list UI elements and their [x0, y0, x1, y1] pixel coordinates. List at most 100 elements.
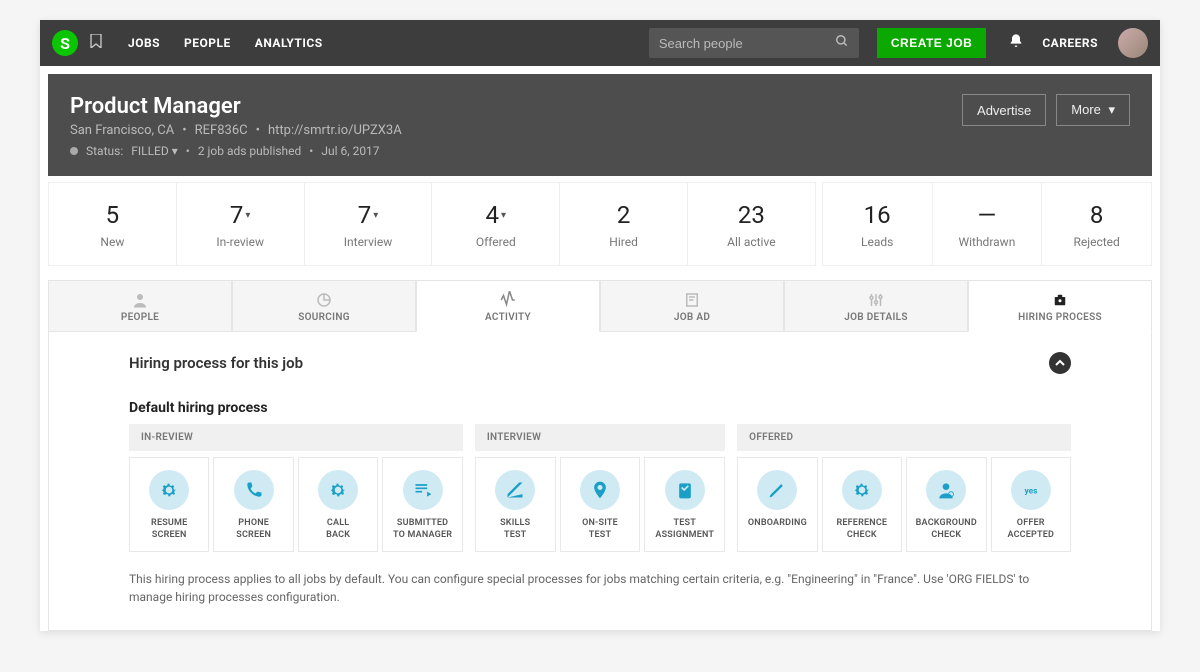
stage-header: OFFERED	[737, 424, 1071, 451]
job-ads-count: 2 job ads published	[198, 144, 301, 158]
stage-header: INTERVIEW	[475, 424, 725, 451]
search-box[interactable]	[649, 28, 859, 58]
process-card[interactable]: TESTASSIGNMENT	[644, 457, 725, 552]
stat-item[interactable]: 8 Rejected	[1041, 183, 1151, 265]
job-header: Product Manager San Francisco, CA • REF8…	[48, 74, 1152, 176]
chevron-down-icon: ▾	[373, 210, 378, 221]
status-value[interactable]: FILLED ▾	[131, 144, 178, 158]
process-card[interactable]: REFERENCECHECK	[822, 457, 902, 552]
process-card[interactable]: ON-SITETEST	[560, 457, 641, 552]
card-label: CALLBACK	[303, 518, 373, 541]
tab-hiring-process[interactable]: HIRING PROCESS	[968, 280, 1152, 332]
stat-label: All active	[692, 235, 811, 249]
svg-text:yes: yes	[1024, 486, 1037, 496]
person-icon	[926, 470, 966, 510]
bookmark-icon[interactable]	[90, 34, 102, 52]
stat-label: Rejected	[1046, 235, 1147, 249]
advertise-button[interactable]: Advertise	[962, 94, 1046, 126]
tab-people[interactable]: PEOPLE	[48, 280, 232, 332]
submit-icon	[403, 470, 443, 510]
stat-label: Hired	[564, 235, 683, 249]
card-label: RESUMESCREEN	[134, 518, 204, 541]
stat-label: Leads	[827, 235, 928, 249]
process-card[interactable]: SUBMITTEDTO MANAGER	[382, 457, 462, 552]
stat-value[interactable]: 16	[827, 201, 928, 229]
person-icon	[53, 291, 227, 309]
gear-icon	[149, 470, 189, 510]
stat-label: Withdrawn	[937, 235, 1038, 249]
stat-item[interactable]: — Withdrawn	[932, 183, 1042, 265]
stat-value[interactable]: 7▾	[181, 201, 300, 229]
stat-label: Interview	[309, 235, 428, 249]
collapse-button[interactable]	[1049, 352, 1071, 374]
stats-row: 5 New 7▾In-review7▾ Interview 4▾ Offered 2 Hire…	[48, 182, 1152, 266]
gear-icon	[318, 470, 358, 510]
stage-offered: OFFERED ONBOARDING REFERENCECHECK BACKGROU…	[737, 424, 1071, 552]
stat-value[interactable]: 23	[692, 201, 811, 229]
stat-value[interactable]: —	[937, 201, 1038, 229]
subheading: Default hiring process	[129, 400, 1071, 416]
process-card[interactable]: ONBOARDING	[737, 457, 817, 552]
stat-value[interactable]: 8	[1046, 201, 1147, 229]
search-input[interactable]	[659, 36, 835, 51]
section-title: Hiring process for this job	[129, 354, 303, 372]
yes-icon: yes	[1011, 470, 1051, 510]
process-card[interactable]: SKILLSTEST	[475, 457, 556, 552]
stat-value[interactable]: 7▾	[309, 201, 428, 229]
stage-header: IN-REVIEW	[129, 424, 463, 451]
stat-item[interactable]: 16 Leads	[823, 183, 932, 265]
activity-icon	[421, 291, 595, 309]
stage-in-review: IN-REVIEW RESUMESCREEN PHONESCREEN CALLBAC…	[129, 424, 463, 552]
top-nav: S JOBS PEOPLE ANALYTICS CREATE JOB CAREE…	[40, 20, 1160, 66]
tab-bar: PEOPLE SOURCING ACTIVITY JOB AD JOB DETA…	[48, 280, 1152, 332]
badge-icon	[973, 291, 1147, 309]
careers-link[interactable]: CAREERS	[1042, 36, 1098, 50]
gear-icon	[842, 470, 882, 510]
card-label: BACKGROUNDCHECK	[911, 518, 981, 541]
chevron-down-icon: ▾	[501, 210, 506, 221]
avatar[interactable]	[1118, 28, 1148, 58]
card-label: SKILLSTEST	[480, 518, 551, 541]
stat-item[interactable]: 5 New	[49, 183, 176, 265]
card-label: REFERENCECHECK	[827, 518, 897, 541]
sliders-icon	[789, 291, 963, 309]
process-card[interactable]: PHONESCREEN	[213, 457, 293, 552]
process-card[interactable]: RESUMESCREEN	[129, 457, 209, 552]
document-icon	[605, 291, 779, 309]
tab-activity[interactable]: ACTIVITY	[416, 280, 600, 332]
stat-value[interactable]: 5	[53, 201, 172, 229]
stat-value[interactable]: 2	[564, 201, 683, 229]
process-card[interactable]: BACKGROUNDCHECK	[906, 457, 986, 552]
nav-jobs[interactable]: JOBS	[128, 36, 160, 50]
create-job-button[interactable]: CREATE JOB	[877, 28, 986, 58]
process-card[interactable]: CALLBACK	[298, 457, 378, 552]
stat-item[interactable]: 2 Hired	[559, 183, 687, 265]
status-label: Status:	[86, 144, 123, 158]
card-label: SUBMITTEDTO MANAGER	[387, 518, 457, 541]
notification-bell-icon[interactable]	[1008, 33, 1024, 53]
stat-value[interactable]: 4▾	[436, 201, 555, 229]
job-ref: REF836C	[195, 123, 248, 138]
ruler-icon	[495, 470, 535, 510]
nav-analytics[interactable]: ANALYTICS	[255, 36, 323, 50]
stat-item[interactable]: 23 All active	[687, 183, 815, 265]
card-label: OFFERACCEPTED	[996, 518, 1066, 541]
stat-item[interactable]: 7▾ Interview	[304, 183, 432, 265]
tab-job-ad[interactable]: JOB AD	[600, 280, 784, 332]
stat-item[interactable]: 4▾ Offered	[431, 183, 559, 265]
stat-item[interactable]: 7▾In-review	[176, 183, 304, 265]
tab-job-details[interactable]: JOB DETAILS	[784, 280, 968, 332]
logo[interactable]: S	[52, 30, 78, 56]
stat-label: New	[53, 235, 172, 249]
card-label: TESTASSIGNMENT	[649, 518, 720, 541]
tab-sourcing[interactable]: SOURCING	[232, 280, 416, 332]
more-button[interactable]: More ▾	[1056, 94, 1130, 126]
process-card[interactable]: yes OFFERACCEPTED	[991, 457, 1071, 552]
job-url[interactable]: http://smrtr.io/UPZX3A	[268, 123, 402, 138]
job-location: San Francisco, CA	[70, 123, 174, 138]
hiring-process-panel: Hiring process for this job Default hiri…	[48, 332, 1152, 631]
footnote: This hiring process applies to all jobs …	[129, 570, 1071, 606]
status-dot-icon	[70, 147, 78, 155]
nav-people[interactable]: PEOPLE	[184, 36, 231, 50]
stat-label: Offered	[436, 235, 555, 249]
